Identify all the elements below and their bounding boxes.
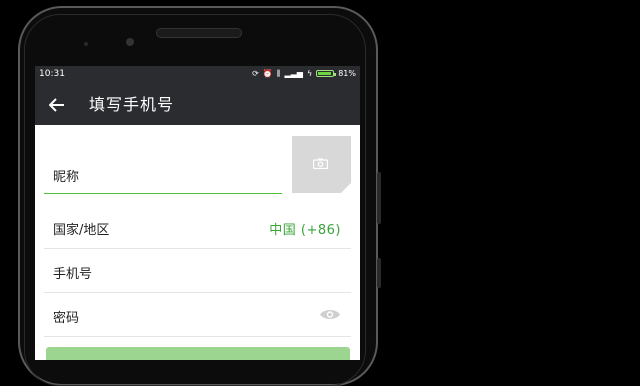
vibrate-icon: ⫼ <box>276 68 281 78</box>
phone-row[interactable]: 手机号 <box>44 249 351 293</box>
front-camera <box>126 38 134 46</box>
password-row[interactable]: 密码 <box>44 293 351 337</box>
phone-input[interactable]: 手机号 <box>53 263 92 282</box>
side-button-lower <box>377 258 381 288</box>
signup-form: 昵称 国家/地区 中国 (+86) 手机号 密码 <box>35 125 360 360</box>
password-input[interactable]: 密码 <box>53 307 79 326</box>
nickname-row: 昵称 <box>35 125 360 205</box>
side-button <box>377 172 381 224</box>
alarm-icon: ⏰ <box>262 69 273 78</box>
back-button[interactable] <box>35 81 79 125</box>
page-title: 填写手机号 <box>89 95 175 114</box>
phone-screen: 10:31 ⟳ ⏰ ⫼ ▂▃▅ ϟ 81% 填写手机号 昵称 国家/地区 中国 … <box>35 66 360 360</box>
charging-icon: ϟ <box>306 69 313 78</box>
earpiece <box>156 28 242 38</box>
arrow-left-icon <box>48 97 64 112</box>
camera-icon <box>313 158 328 169</box>
signal-icon: ▂▃▅ <box>284 69 303 78</box>
nickname-input[interactable]: 昵称 <box>53 166 79 185</box>
country-label: 国家/地区 <box>53 223 110 238</box>
battery-icon <box>316 70 337 77</box>
photo-corner-marker <box>341 183 351 193</box>
app-bar: 填写手机号 <box>35 81 360 125</box>
status-icons: ⟳ ⏰ ⫼ ▂▃▅ ϟ 81% <box>252 69 356 79</box>
sync-icon: ⟳ <box>252 69 259 78</box>
country-row[interactable]: 国家/地区 中国 (+86) <box>44 205 351 249</box>
avatar-upload[interactable] <box>292 136 351 193</box>
country-value: 中国 (+86) <box>269 223 341 238</box>
eye-icon[interactable] <box>319 308 341 321</box>
register-button[interactable] <box>46 347 350 360</box>
status-time: 10:31 <box>39 68 65 79</box>
nickname-underline <box>44 193 282 194</box>
status-bar: 10:31 ⟳ ⏰ ⫼ ▂▃▅ ϟ 81% <box>35 66 360 81</box>
front-sensor <box>84 42 88 46</box>
battery-percent: 81% <box>338 69 356 78</box>
